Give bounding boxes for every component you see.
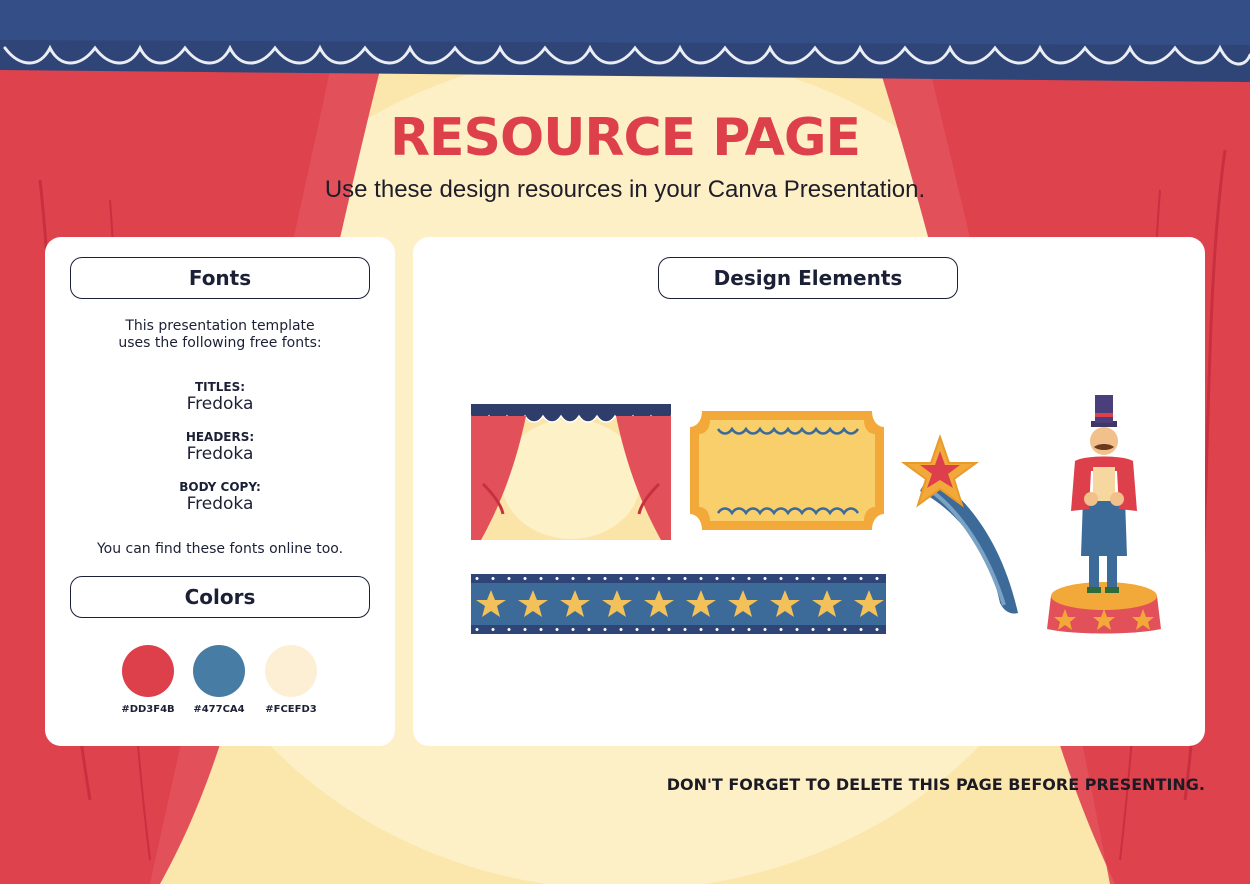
design-elements-card: Design Elements: [413, 237, 1205, 746]
font-label: TITLES:: [194, 380, 246, 394]
design-elements-heading: Design Elements: [658, 257, 958, 299]
fonts-colors-card: Fonts This presentation template uses th…: [45, 237, 395, 746]
font-entry-titles: TITLES: Fredoka: [45, 380, 395, 415]
page-title: RESOURCE PAGE: [389, 108, 861, 168]
resource-page: RESOURCE PAGE Use these design resources…: [0, 0, 1250, 884]
color-hex-label: #DD3F4B: [121, 704, 175, 715]
colors-heading: Colors: [70, 576, 370, 618]
star-banner-icon[interactable]: [471, 574, 886, 634]
font-entry-headers: HEADERS: Fredoka: [45, 430, 395, 465]
color-swatch-blue: [193, 645, 245, 697]
stage-curtain-icon[interactable]: [471, 404, 671, 540]
font-name: Fredoka: [186, 394, 254, 414]
fonts-heading: Fonts: [70, 257, 370, 299]
color-swatch-cream: [265, 645, 317, 697]
font-label: HEADERS:: [185, 430, 255, 444]
color-swatch-red: [122, 645, 174, 697]
fonts-intro: This presentation template uses the foll…: [45, 318, 395, 352]
color-hex-label: #FCEFD3: [265, 704, 317, 715]
font-name: Fredoka: [186, 494, 254, 514]
shooting-star-icon[interactable]: [900, 433, 1024, 619]
color-hex-label: #477CA4: [193, 704, 245, 715]
ticket-frame-icon[interactable]: [688, 407, 886, 534]
font-label: BODY COPY:: [179, 480, 261, 494]
fonts-intro-line: uses the following free fonts:: [118, 335, 322, 351]
ringmaster-icon[interactable]: [1045, 391, 1163, 637]
font-entry-body-copy: BODY COPY: Fredoka: [45, 480, 395, 515]
fonts-intro-line: This presentation template: [125, 318, 315, 334]
page-subtitle: Use these design resources in your Canva…: [324, 176, 926, 203]
font-name: Fredoka: [186, 444, 254, 464]
footer-reminder: DON'T FORGET TO DELETE THIS PAGE BEFORE …: [666, 775, 1205, 794]
fonts-note: You can find these fonts online too.: [96, 541, 344, 557]
